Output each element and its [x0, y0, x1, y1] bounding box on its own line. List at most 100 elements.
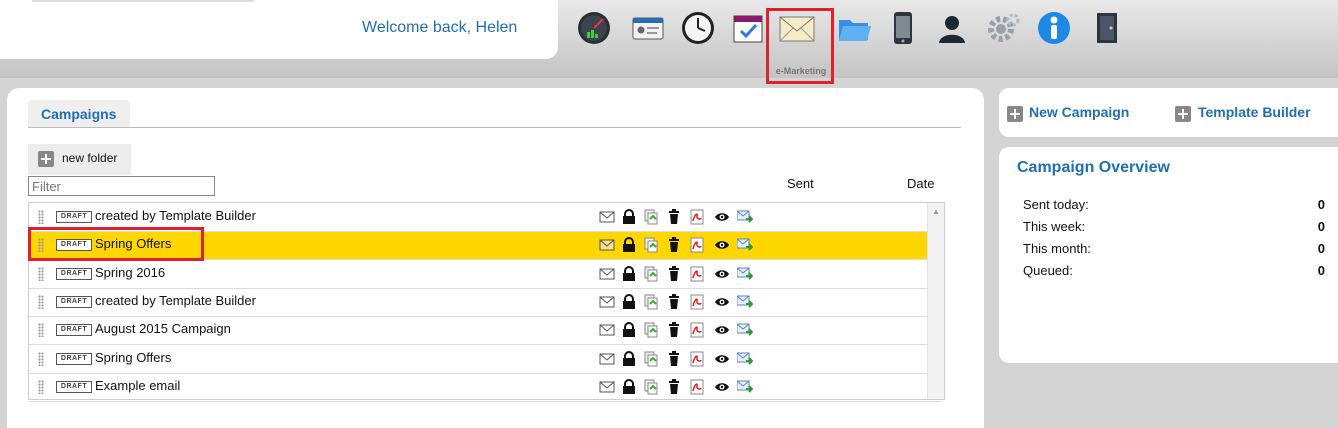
drag-handle-icon[interactable]: [38, 267, 44, 281]
lock-icon[interactable]: [621, 266, 637, 282]
envelope-icon[interactable]: [599, 379, 615, 395]
copy-icon[interactable]: [643, 379, 659, 395]
campaign-name[interactable]: created by Template Builder: [95, 208, 256, 223]
calendar-check-icon[interactable]: [730, 10, 766, 46]
eye-icon[interactable]: [714, 266, 730, 282]
pdf-icon[interactable]: [689, 209, 705, 225]
row-actions: [599, 351, 753, 367]
stat-label: Sent today:: [1023, 197, 1089, 212]
send-icon[interactable]: [737, 209, 753, 225]
pdf-icon[interactable]: [689, 379, 705, 395]
overview-stat-row: This month: 0: [1023, 241, 1333, 261]
draft-badge: DRAFT: [56, 268, 92, 280]
eye-icon[interactable]: [714, 379, 730, 395]
lock-icon[interactable]: [621, 351, 637, 367]
new-campaign-link[interactable]: New Campaign: [1029, 104, 1129, 120]
trash-icon[interactable]: [666, 237, 682, 253]
tab-campaigns[interactable]: Campaigns: [28, 100, 130, 128]
send-icon[interactable]: [737, 237, 753, 253]
lock-icon[interactable]: [621, 294, 637, 310]
trash-icon[interactable]: [666, 322, 682, 338]
eye-icon[interactable]: [714, 322, 730, 338]
pdf-icon[interactable]: [689, 266, 705, 282]
pdf-icon[interactable]: [689, 237, 705, 253]
copy-icon[interactable]: [643, 237, 659, 253]
scroll-up-icon[interactable]: ▲: [932, 207, 940, 216]
copy-icon[interactable]: [643, 351, 659, 367]
campaign-name[interactable]: Spring Offers: [95, 350, 171, 365]
lock-icon[interactable]: [621, 379, 637, 395]
envelope-icon[interactable]: [599, 266, 615, 282]
campaign-name[interactable]: Spring 2016: [95, 265, 165, 280]
campaign-row[interactable]: DRAFT August 2015 Campaign: [29, 316, 942, 345]
send-icon[interactable]: [737, 294, 753, 310]
envelope-icon[interactable]: [599, 237, 615, 253]
drag-handle-icon[interactable]: [38, 380, 44, 394]
row-actions: [599, 209, 753, 225]
copy-icon[interactable]: [643, 266, 659, 282]
draft-badge: DRAFT: [56, 381, 92, 393]
eye-icon[interactable]: [714, 237, 730, 253]
clock-icon[interactable]: [680, 10, 716, 46]
trash-icon[interactable]: [666, 209, 682, 225]
user-silhouette-icon[interactable]: [934, 10, 970, 46]
send-icon[interactable]: [737, 266, 753, 282]
campaign-row[interactable]: DRAFT Spring 2016: [29, 260, 942, 289]
campaign-row[interactable]: DRAFT Spring Offers: [29, 345, 942, 374]
mobile-phone-icon[interactable]: [885, 10, 921, 46]
send-icon[interactable]: [737, 379, 753, 395]
draft-badge: DRAFT: [56, 324, 92, 336]
campaign-name[interactable]: created by Template Builder: [95, 293, 256, 308]
lock-icon[interactable]: [621, 322, 637, 338]
drag-handle-icon[interactable]: [38, 352, 44, 366]
drag-handle-icon[interactable]: [38, 295, 44, 309]
send-icon[interactable]: [737, 351, 753, 367]
contact-card-icon[interactable]: [630, 10, 666, 46]
send-icon[interactable]: [737, 322, 753, 338]
copy-icon[interactable]: [643, 209, 659, 225]
filter-input[interactable]: [28, 176, 215, 196]
trash-icon[interactable]: [666, 294, 682, 310]
copy-icon[interactable]: [643, 294, 659, 310]
door-exit-icon[interactable]: [1088, 10, 1124, 46]
trash-icon[interactable]: [666, 266, 682, 282]
draft-badge: DRAFT: [56, 211, 92, 223]
folder-icon[interactable]: [836, 10, 872, 46]
top-bar: Welcome back, Helen e-Marketing: [0, 0, 1338, 84]
eye-icon[interactable]: [714, 209, 730, 225]
trash-icon[interactable]: [666, 379, 682, 395]
eye-icon[interactable]: [714, 351, 730, 367]
lock-icon[interactable]: [621, 237, 637, 253]
settings-gear-icon[interactable]: [986, 10, 1022, 46]
selected-row-highlight: [28, 227, 204, 261]
envelope-icon[interactable]: [599, 322, 615, 338]
plus-icon: [38, 151, 54, 167]
drag-handle-icon[interactable]: [38, 210, 44, 224]
campaign-row[interactable]: DRAFT created by Template Builder: [29, 288, 942, 317]
pdf-icon[interactable]: [689, 351, 705, 367]
copy-icon[interactable]: [643, 322, 659, 338]
draft-badge: DRAFT: [56, 353, 92, 365]
campaign-name[interactable]: Example email: [95, 378, 180, 393]
list-scrollbar[interactable]: ▲: [927, 203, 944, 399]
column-header-sent: Sent: [787, 176, 814, 191]
pdf-icon[interactable]: [689, 322, 705, 338]
pdf-icon[interactable]: [689, 294, 705, 310]
plus-icon: [1175, 106, 1191, 122]
envelope-icon[interactable]: [599, 209, 615, 225]
new-folder-button[interactable]: new folder: [28, 144, 131, 175]
eye-icon[interactable]: [714, 294, 730, 310]
trash-icon[interactable]: [666, 351, 682, 367]
campaign-name[interactable]: August 2015 Campaign: [95, 321, 231, 336]
campaign-row[interactable]: DRAFT Example email: [29, 373, 942, 402]
envelope-icon[interactable]: [599, 351, 615, 367]
lock-icon[interactable]: [621, 209, 637, 225]
info-person-icon[interactable]: [1036, 10, 1072, 46]
dashboard-gauge-icon[interactable]: [576, 10, 612, 46]
template-builder-link[interactable]: Template Builder: [1198, 104, 1311, 120]
drag-handle-icon[interactable]: [38, 323, 44, 337]
stat-label: Queued:: [1023, 263, 1073, 278]
new-folder-label: new folder: [62, 151, 118, 165]
row-actions: [599, 237, 753, 253]
envelope-icon[interactable]: [599, 294, 615, 310]
